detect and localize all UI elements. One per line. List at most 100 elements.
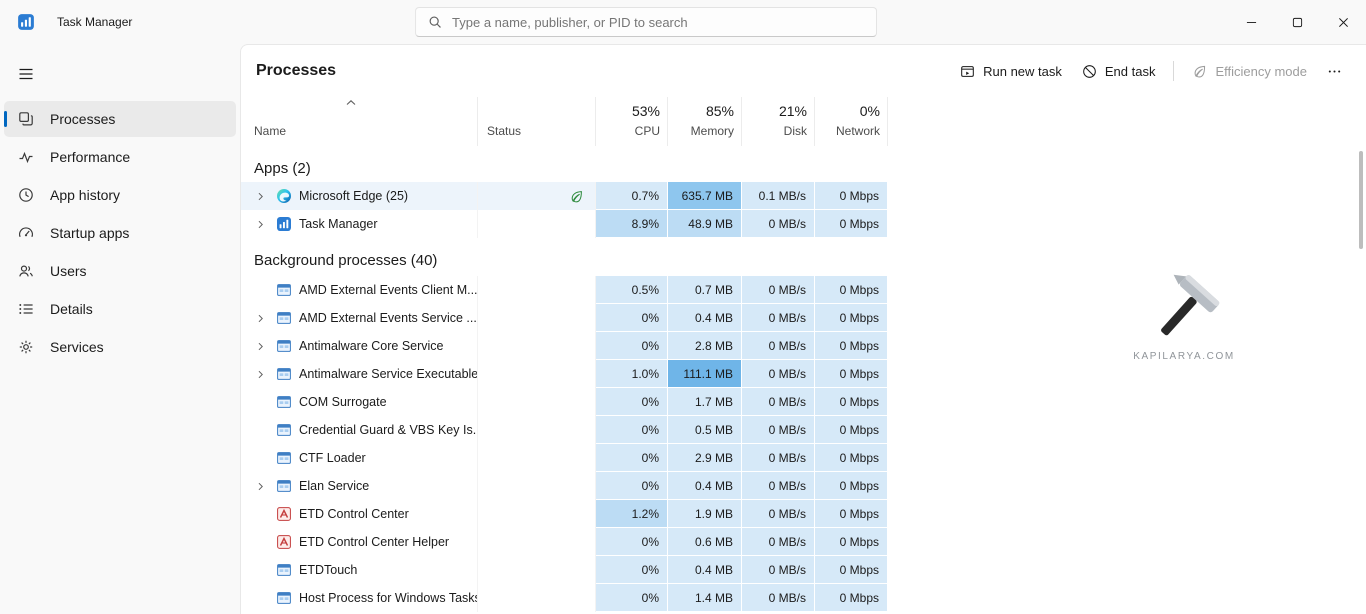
window-controls [1228,0,1366,44]
run-new-task-button[interactable]: Run new task [950,57,1072,86]
process-row[interactable]: COM Surrogate0%1.7 MB0 MB/s0 Mbps [241,388,1366,416]
cpu-value-cell: 0% [596,444,668,472]
window-icon [276,394,292,410]
sort-ascending-icon [345,98,357,107]
disk-value-cell: 0 MB/s [742,332,815,360]
cpu-value-cell: 0.7% [596,182,668,210]
column-header-disk[interactable]: 21% Disk [742,97,815,146]
search-input[interactable] [452,15,876,30]
network-value-cell: 0 Mbps [815,500,888,528]
leaf-icon [569,189,584,204]
process-row[interactable]: Elan Service0%0.4 MB0 MB/s0 Mbps [241,472,1366,500]
memory-value-cell: 1.9 MB [668,500,742,528]
close-button[interactable] [1320,0,1366,44]
end-task-button[interactable]: End task [1072,57,1166,86]
process-name-cell: CTF Loader [241,444,478,472]
titlebar: Task Manager [0,0,1366,44]
window-icon [276,478,292,494]
etd-icon [276,506,292,522]
expand-chevron-icon[interactable] [255,218,276,230]
process-row[interactable]: CTF Loader0%2.9 MB0 MB/s0 Mbps [241,444,1366,472]
vertical-scrollbar[interactable] [1359,151,1363,249]
minimize-button[interactable] [1228,0,1274,44]
process-row[interactable]: Credential Guard & VBS Key Is...0%0.5 MB… [241,416,1366,444]
services-icon [18,339,34,355]
more-icon [1327,64,1342,79]
disk-value-cell: 0 MB/s [742,472,815,500]
process-name-cell: ETD Control Center [241,500,478,528]
sidebar-item-details[interactable]: Details [4,291,236,327]
sidebar-item-services[interactable]: Services [4,329,236,365]
startup-apps-icon [18,225,34,241]
process-name-cell: AMD External Events Client M... [241,276,478,304]
disk-value-cell: 0 MB/s [742,276,815,304]
network-value-cell: 0 Mbps [815,304,888,332]
process-row[interactable]: ETD Control Center1.2%1.9 MB0 MB/s0 Mbps [241,500,1366,528]
sidebar-item-users[interactable]: Users [4,253,236,289]
column-header-network[interactable]: 0%Network [815,97,888,146]
cpu-value-cell: 0% [596,528,668,556]
status-cell [478,388,596,416]
memory-value-cell: 1.4 MB [668,584,742,612]
process-row[interactable]: Microsoft Edge (25)0.7%635.7 MB0.1 MB/s0… [241,182,1366,210]
sidebar-item-app-history[interactable]: App history [4,177,236,213]
process-row[interactable]: Task Manager8.9%48.9 MB0 MB/s0 Mbps [241,210,1366,238]
sidebar-item-processes[interactable]: Processes [4,101,236,137]
app-history-icon [18,187,34,203]
process-name-cell: ETDTouch [241,556,478,584]
disk-value-cell: 0.1 MB/s [742,182,815,210]
process-row[interactable]: ETDTouch0%0.4 MB0 MB/s0 Mbps [241,556,1366,584]
status-cell [478,210,596,238]
process-row[interactable]: Host Process for Windows Tasks0%1.4 MB0 … [241,584,1366,612]
sidebar-item-label: Details [50,301,93,317]
column-label: Disk [784,124,807,138]
disk-value-cell: 0 MB/s [742,304,815,332]
network-value-cell: 0 Mbps [815,528,888,556]
column-header-status[interactable]: Status [478,97,596,146]
column-label: Network [836,124,880,138]
process-row[interactable]: ETD Control Center Helper0%0.6 MB0 MB/s0… [241,528,1366,556]
cpu-value-cell: 0% [596,416,668,444]
search-icon [428,15,442,29]
disk-total-percent: 21% [779,103,807,119]
watermark-text: KAPILARYA.COM [1089,351,1279,362]
expand-chevron-icon[interactable] [255,312,276,324]
process-row[interactable]: Antimalware Service Executable1.0%111.1 … [241,360,1366,388]
window-icon [276,310,292,326]
expand-chevron-icon[interactable] [255,480,276,492]
cpu-total-percent: 53% [632,103,660,119]
taskmgr-icon [276,216,292,232]
status-cell [478,276,596,304]
expand-chevron-icon[interactable] [255,190,276,202]
sidebar-item-label: Processes [50,111,115,127]
sidebar-item-startup-apps[interactable]: Startup apps [4,215,236,251]
cpu-value-cell: 0% [596,304,668,332]
network-value-cell: 0 Mbps [815,332,888,360]
column-header-cpu[interactable]: 53%CPU [596,97,668,146]
efficiency-mode-button[interactable]: Efficiency mode [1182,57,1317,86]
process-name: Task Manager [299,217,378,231]
column-header-memory[interactable]: 85%Memory [668,97,742,146]
cpu-value-cell: 0% [596,388,668,416]
search-box[interactable] [415,7,877,37]
page-title: Processes [256,62,336,80]
network-value-cell: 0 Mbps [815,584,888,612]
process-name: Microsoft Edge (25) [299,189,408,203]
maximize-button[interactable] [1274,0,1320,44]
process-name: AMD External Events Service ... [299,311,477,325]
selected-accent-bar [4,111,7,127]
sidebar-item-performance[interactable]: Performance [4,139,236,175]
more-options-button[interactable] [1317,57,1352,86]
status-cell [478,500,596,528]
group-spacer [241,146,1366,154]
expand-chevron-icon[interactable] [255,340,276,352]
network-value-cell: 0 Mbps [815,210,888,238]
edge-icon [276,188,292,204]
memory-value-cell: 635.7 MB [668,182,742,210]
command-label: Run new task [983,64,1062,79]
process-name-cell: Host Process for Windows Tasks [241,584,478,612]
column-header-name[interactable]: Name [241,97,478,146]
expand-chevron-icon[interactable] [255,368,276,380]
process-name: Credential Guard & VBS Key Is... [299,423,477,437]
navigation-menu-button[interactable] [8,57,44,91]
